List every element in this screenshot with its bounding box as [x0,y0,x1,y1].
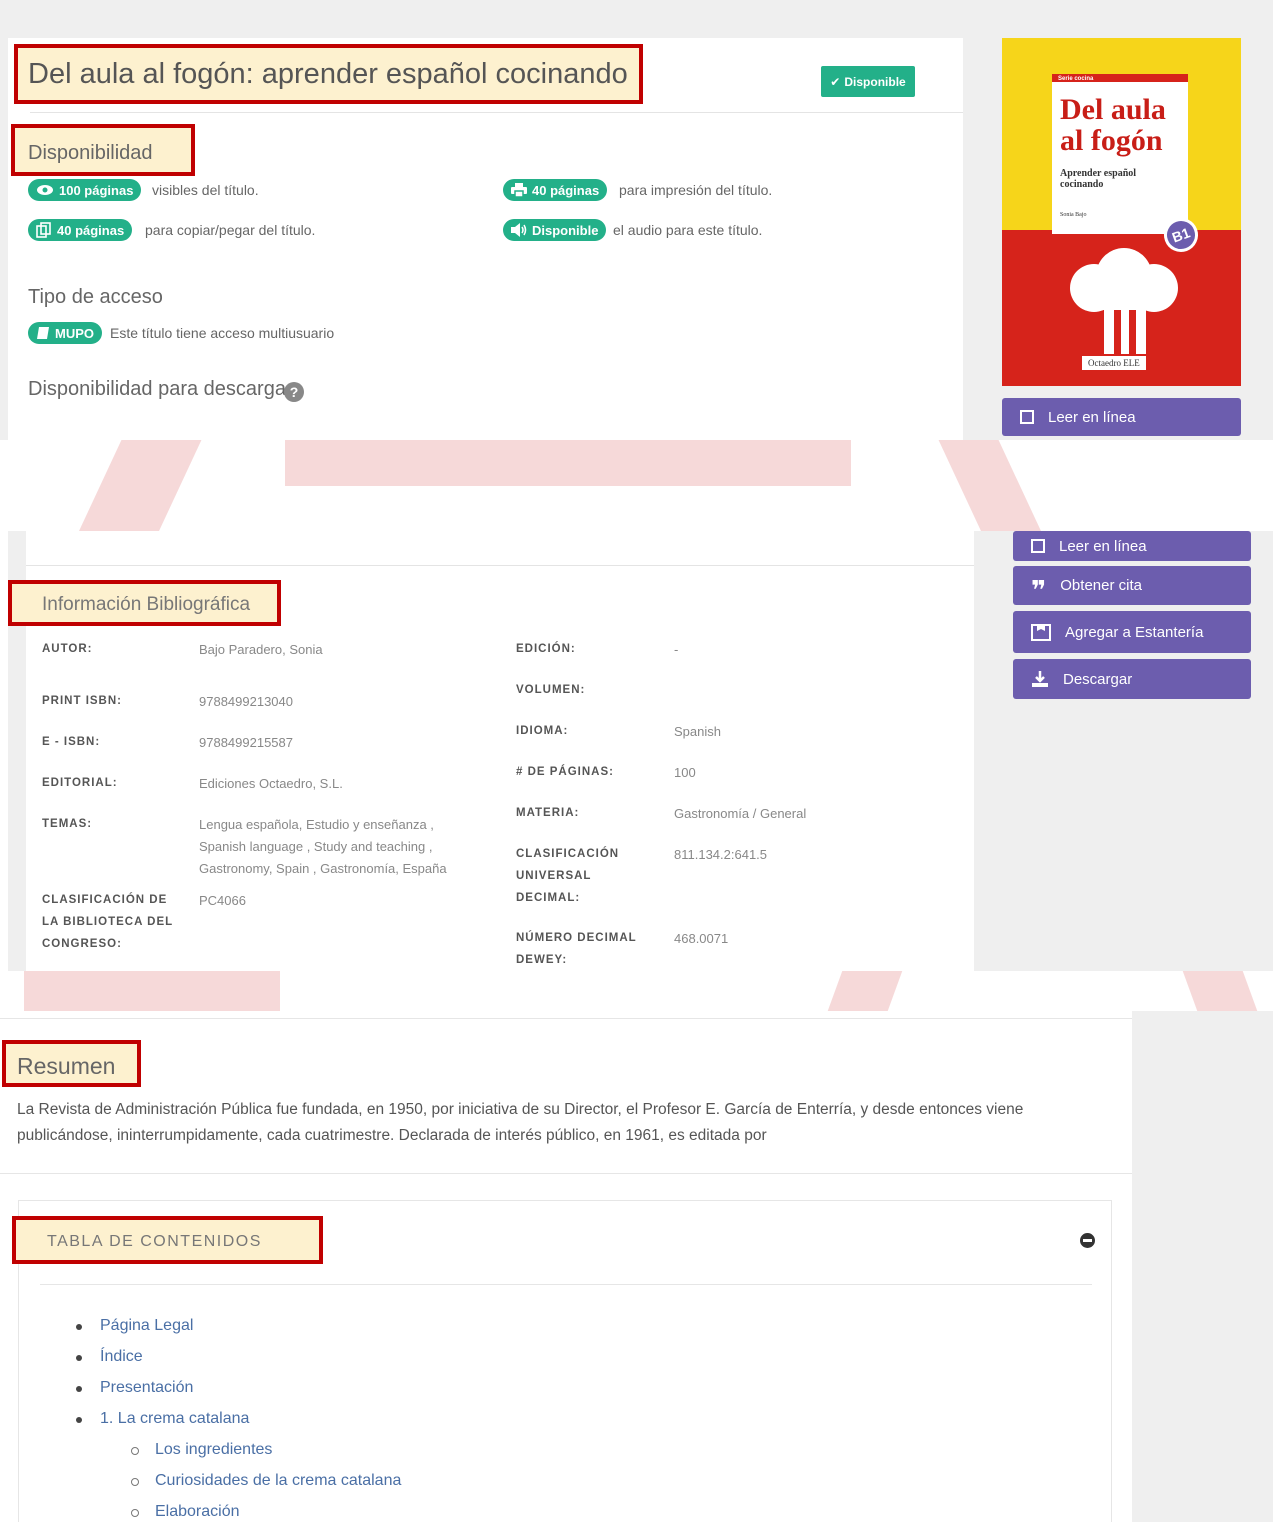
status-badge: ✔ Disponible [821,66,915,97]
cover-author: Sonia Bajo [1060,212,1087,218]
bullet [76,1417,82,1423]
toc-item-chapter-1[interactable]: 1. La crema catalana [100,1410,249,1428]
biblio-value-subject: Gastronomía / General [674,806,807,821]
biblio-value-language: Spanish [674,724,721,739]
biblio-label-dewey: NÚMERO DECIMAL DEWEY: [516,932,637,966]
biblio-value-edition: - [674,642,679,657]
book-cover[interactable]: Serie cocina Del aula al fogón Aprender … [1002,38,1241,386]
print-pages-pill: 40 páginas [503,179,608,201]
biblio-label-print-isbn: PRINT ISBN: [42,695,122,707]
chef-hat-icon [1070,248,1178,354]
sub-bullet [131,1478,139,1486]
print-pages-text: para impresión del título. [619,182,773,198]
summary-heading: Resumen [17,1053,116,1079]
availability-heading: Disponibilidad [28,142,153,164]
toc-subitem-ingredients[interactable]: Los ingredientes [155,1441,272,1459]
biblio-label-pages: # DE PÁGINAS: [516,766,614,778]
get-citation-button[interactable]: ❞ Obtener cita [1013,566,1251,605]
biblio-value-lcc: PC4066 [199,893,246,908]
toc-subitem-preparation[interactable]: Elaboración [155,1503,240,1521]
biblio-label-language: IDIOMA: [516,725,569,737]
biblio-label-edition: EDICIÓN: [516,643,576,655]
title-divider [30,112,963,113]
biblio-value-udc: 811.134.2:641.5 [674,847,768,862]
cover-subtitle: Aprender español cocinando [1060,168,1137,190]
page-title: Del aula al fogón: aprender español coci… [28,58,628,90]
check-icon: ✔ [830,74,841,89]
book-icon [37,327,49,339]
biblio-label-udc: CLASIFICACIÓN UNIVERSAL DECIMAL: [516,848,620,904]
right-gutter [1132,1011,1273,1522]
read-online-button-top[interactable]: Leer en línea [1002,398,1241,436]
printer-icon [511,183,527,197]
toc-heading: TABLA DE CONTENIDOS [47,1233,262,1250]
help-icon[interactable]: ? [284,382,304,402]
access-type-heading: Tipo de acceso [28,286,163,308]
biblio-label-eisbn: E - ISBN: [42,736,101,748]
toc-item-legal[interactable]: Página Legal [100,1317,193,1335]
minus-bar [1083,1239,1092,1242]
biblio-label-publisher: EDITORIAL: [42,777,118,789]
bullet [76,1355,82,1361]
speaker-icon [511,223,527,237]
access-text: Este título tiene acceso multiusuario [110,325,335,341]
square-icon [1031,539,1045,553]
eye-icon [37,185,53,195]
background-shape [285,440,851,486]
biblio-value-publisher: Ediciones Octaedro, S.L. [199,776,343,791]
download-button[interactable]: Descargar [1013,659,1251,699]
biblio-value-print-isbn: 9788499213040 [199,694,293,709]
biblio-value-topics: Lengua española, Estudio y enseñanza , S… [199,817,447,876]
cover-title-line1: Del aula [1060,93,1166,126]
biblio-label-volume: VOLUMEN: [516,684,586,696]
biblio-label-author: AUTOR: [42,643,93,655]
cover-series: Serie cocina [1058,76,1094,82]
copy-pages-text: para copiar/pegar del título. [145,222,316,238]
collapse-icon[interactable] [1080,1233,1095,1248]
biblio-value-eisbn: 9788499215587 [199,735,293,750]
biblio-label-subject: MATERIA: [516,807,580,819]
toc-item-presentation[interactable]: Presentación [100,1379,193,1397]
sub-bullet [131,1447,139,1455]
audio-text: el audio para este título. [613,222,763,238]
visible-pages-pill: 100 páginas [28,179,142,201]
bullet [76,1324,82,1330]
summary-text: La Revista de Administración Pública fue… [17,1101,1024,1144]
quote-icon: ❞ [1031,574,1047,605]
shelf-icon [1031,624,1051,641]
copy-pages-pill: 40 páginas [28,219,133,241]
background-shape [24,971,280,1011]
toc-divider [40,1284,1092,1285]
download-availability-heading: Disponibilidad para descarga [28,378,286,400]
biblio-label-topics: TEMAS: [42,818,93,830]
download-icon [1032,671,1048,687]
add-to-shelf-button[interactable]: Agregar a Estantería [1013,611,1251,653]
biblio-value-author: Bajo Paradero, Sonia [199,642,323,657]
biblio-heading: Información Bibliográfica [42,594,251,615]
audio-pill: Disponible [503,219,607,241]
biblio-divider [26,565,974,566]
toc-item-index[interactable]: Índice [100,1348,143,1366]
square-icon [1020,410,1034,424]
bullet [76,1386,82,1392]
cover-publisher: Octaedro ELE [1082,356,1146,370]
sub-bullet [131,1509,139,1517]
visible-pages-text: visibles del título. [152,182,259,198]
biblio-value-dewey: 468.0071 [674,931,729,946]
biblio-label-lcc: CLASIFICACIÓN DE LA BIBLIOTECA DEL CONGR… [42,894,173,950]
biblio-value-pages: 100 [674,765,696,780]
cover-title-line2: al fogón [1060,124,1163,157]
summary-card [0,1018,1132,1174]
read-online-button[interactable]: Leer en línea [1013,531,1251,561]
copy-icon [36,222,51,238]
access-badge: MUPO [28,322,102,344]
toc-subitem-curiosities[interactable]: Curiosidades de la crema catalana [155,1472,401,1490]
